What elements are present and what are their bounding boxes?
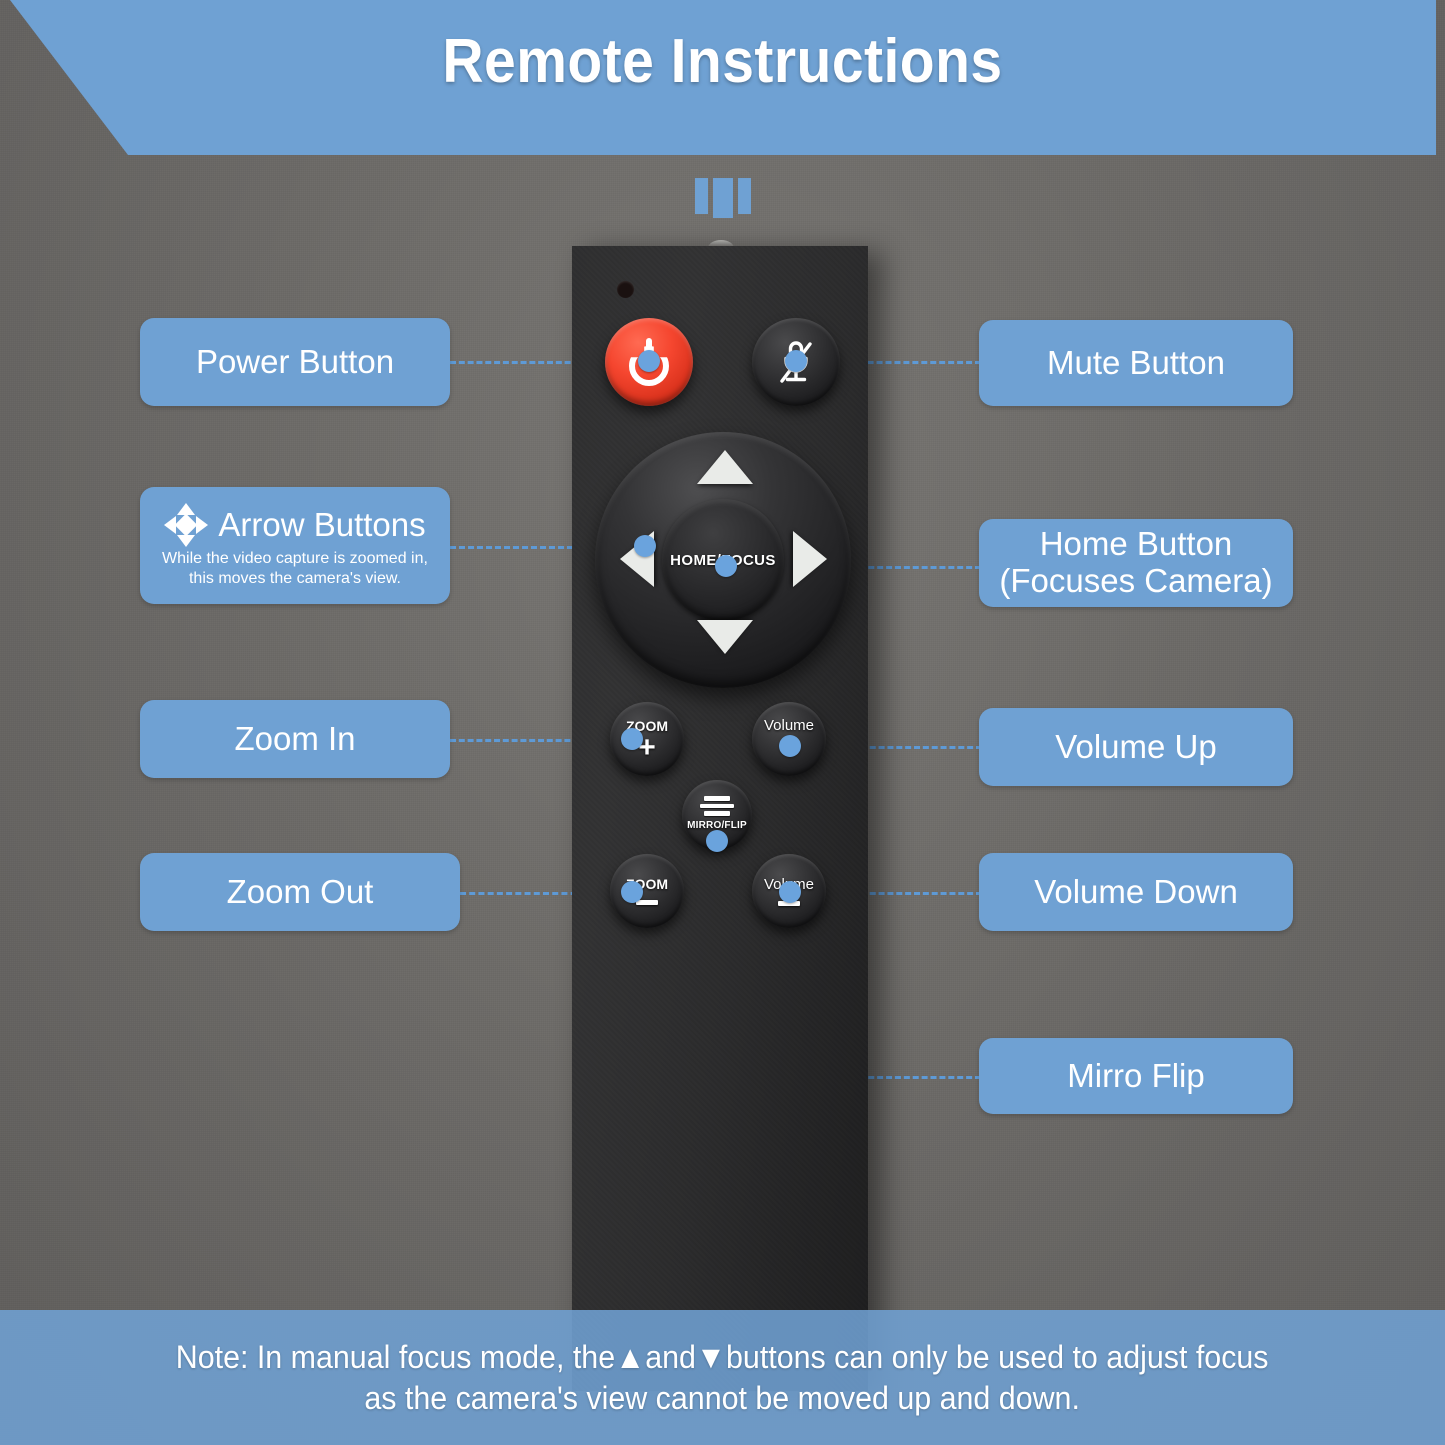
callout-mute-label: Mute Button xyxy=(1047,343,1225,381)
callout-power-button[interactable]: Power Button xyxy=(140,318,450,406)
zoom-out-minus-icon xyxy=(636,900,658,905)
node-zoom-out xyxy=(621,881,643,903)
decorative-bar-left xyxy=(695,178,708,214)
header-banner: Remote Instructions xyxy=(10,0,1436,155)
arrow-up-button[interactable] xyxy=(697,450,753,484)
callout-zoom-in[interactable]: Zoom In xyxy=(140,700,450,778)
node-mirror-flip xyxy=(706,830,728,852)
callout-volume-down-label: Volume Down xyxy=(1034,872,1238,910)
callout-power-label: Power Button xyxy=(195,342,395,380)
node-mute xyxy=(785,350,807,372)
callout-zoom-out-label: Zoom Out xyxy=(226,872,374,910)
callout-mirror-flip-label: Mirro Flip xyxy=(1067,1056,1205,1094)
callout-arrow-row: Arrow Buttons xyxy=(164,503,426,548)
callout-mute-button[interactable]: Mute Button xyxy=(979,320,1293,406)
node-zoom-in xyxy=(621,728,643,750)
node-home xyxy=(715,555,737,577)
arrow-down-button[interactable] xyxy=(697,620,753,654)
callout-volume-up-label: Volume Up xyxy=(1055,727,1217,765)
callout-home-label-line2: (Focuses Camera) xyxy=(999,562,1273,599)
node-volume-down xyxy=(779,881,801,903)
callout-arrow-buttons[interactable]: Arrow Buttons While the video capture is… xyxy=(140,487,450,604)
mirror-flip-label: MIRRO/FLIP xyxy=(687,819,747,831)
decorative-bar-center xyxy=(713,178,733,218)
mirror-flip-icon xyxy=(700,795,734,816)
footer-note-text: Note: In manual focus mode, the▲and▼butt… xyxy=(176,1338,1269,1416)
callout-volume-up[interactable]: Volume Up xyxy=(979,708,1293,786)
callout-zoom-out[interactable]: Zoom Out xyxy=(140,853,460,931)
callout-mirror-flip[interactable]: Mirro Flip xyxy=(979,1038,1293,1114)
four-way-arrows-icon xyxy=(164,503,209,548)
callout-home-label-line1: Home Button xyxy=(1039,525,1233,563)
node-power xyxy=(638,350,660,372)
callout-arrows-subtitle: While the video capture is zoomed in, th… xyxy=(162,550,428,587)
callout-volume-down[interactable]: Volume Down xyxy=(979,853,1293,931)
arrow-right-button[interactable] xyxy=(793,531,827,587)
page-title: Remote Instructions xyxy=(442,27,1003,96)
callout-arrows-label: Arrow Buttons xyxy=(218,505,426,543)
footer-note: Note: In manual focus mode, the▲and▼butt… xyxy=(0,1310,1445,1445)
callout-zoom-in-label: Zoom In xyxy=(234,719,356,757)
node-volume-up xyxy=(779,735,801,757)
decorative-bar-right xyxy=(738,178,751,214)
decorative-bars xyxy=(695,178,751,218)
ir-led-icon xyxy=(617,281,634,298)
node-arrow-left xyxy=(634,535,656,557)
instruction-diagram: Remote Instructions ZOOM + Volume ZOOM M… xyxy=(0,0,1445,1445)
callout-home-button[interactable]: Home Button (Focuses Camera) xyxy=(979,519,1293,607)
